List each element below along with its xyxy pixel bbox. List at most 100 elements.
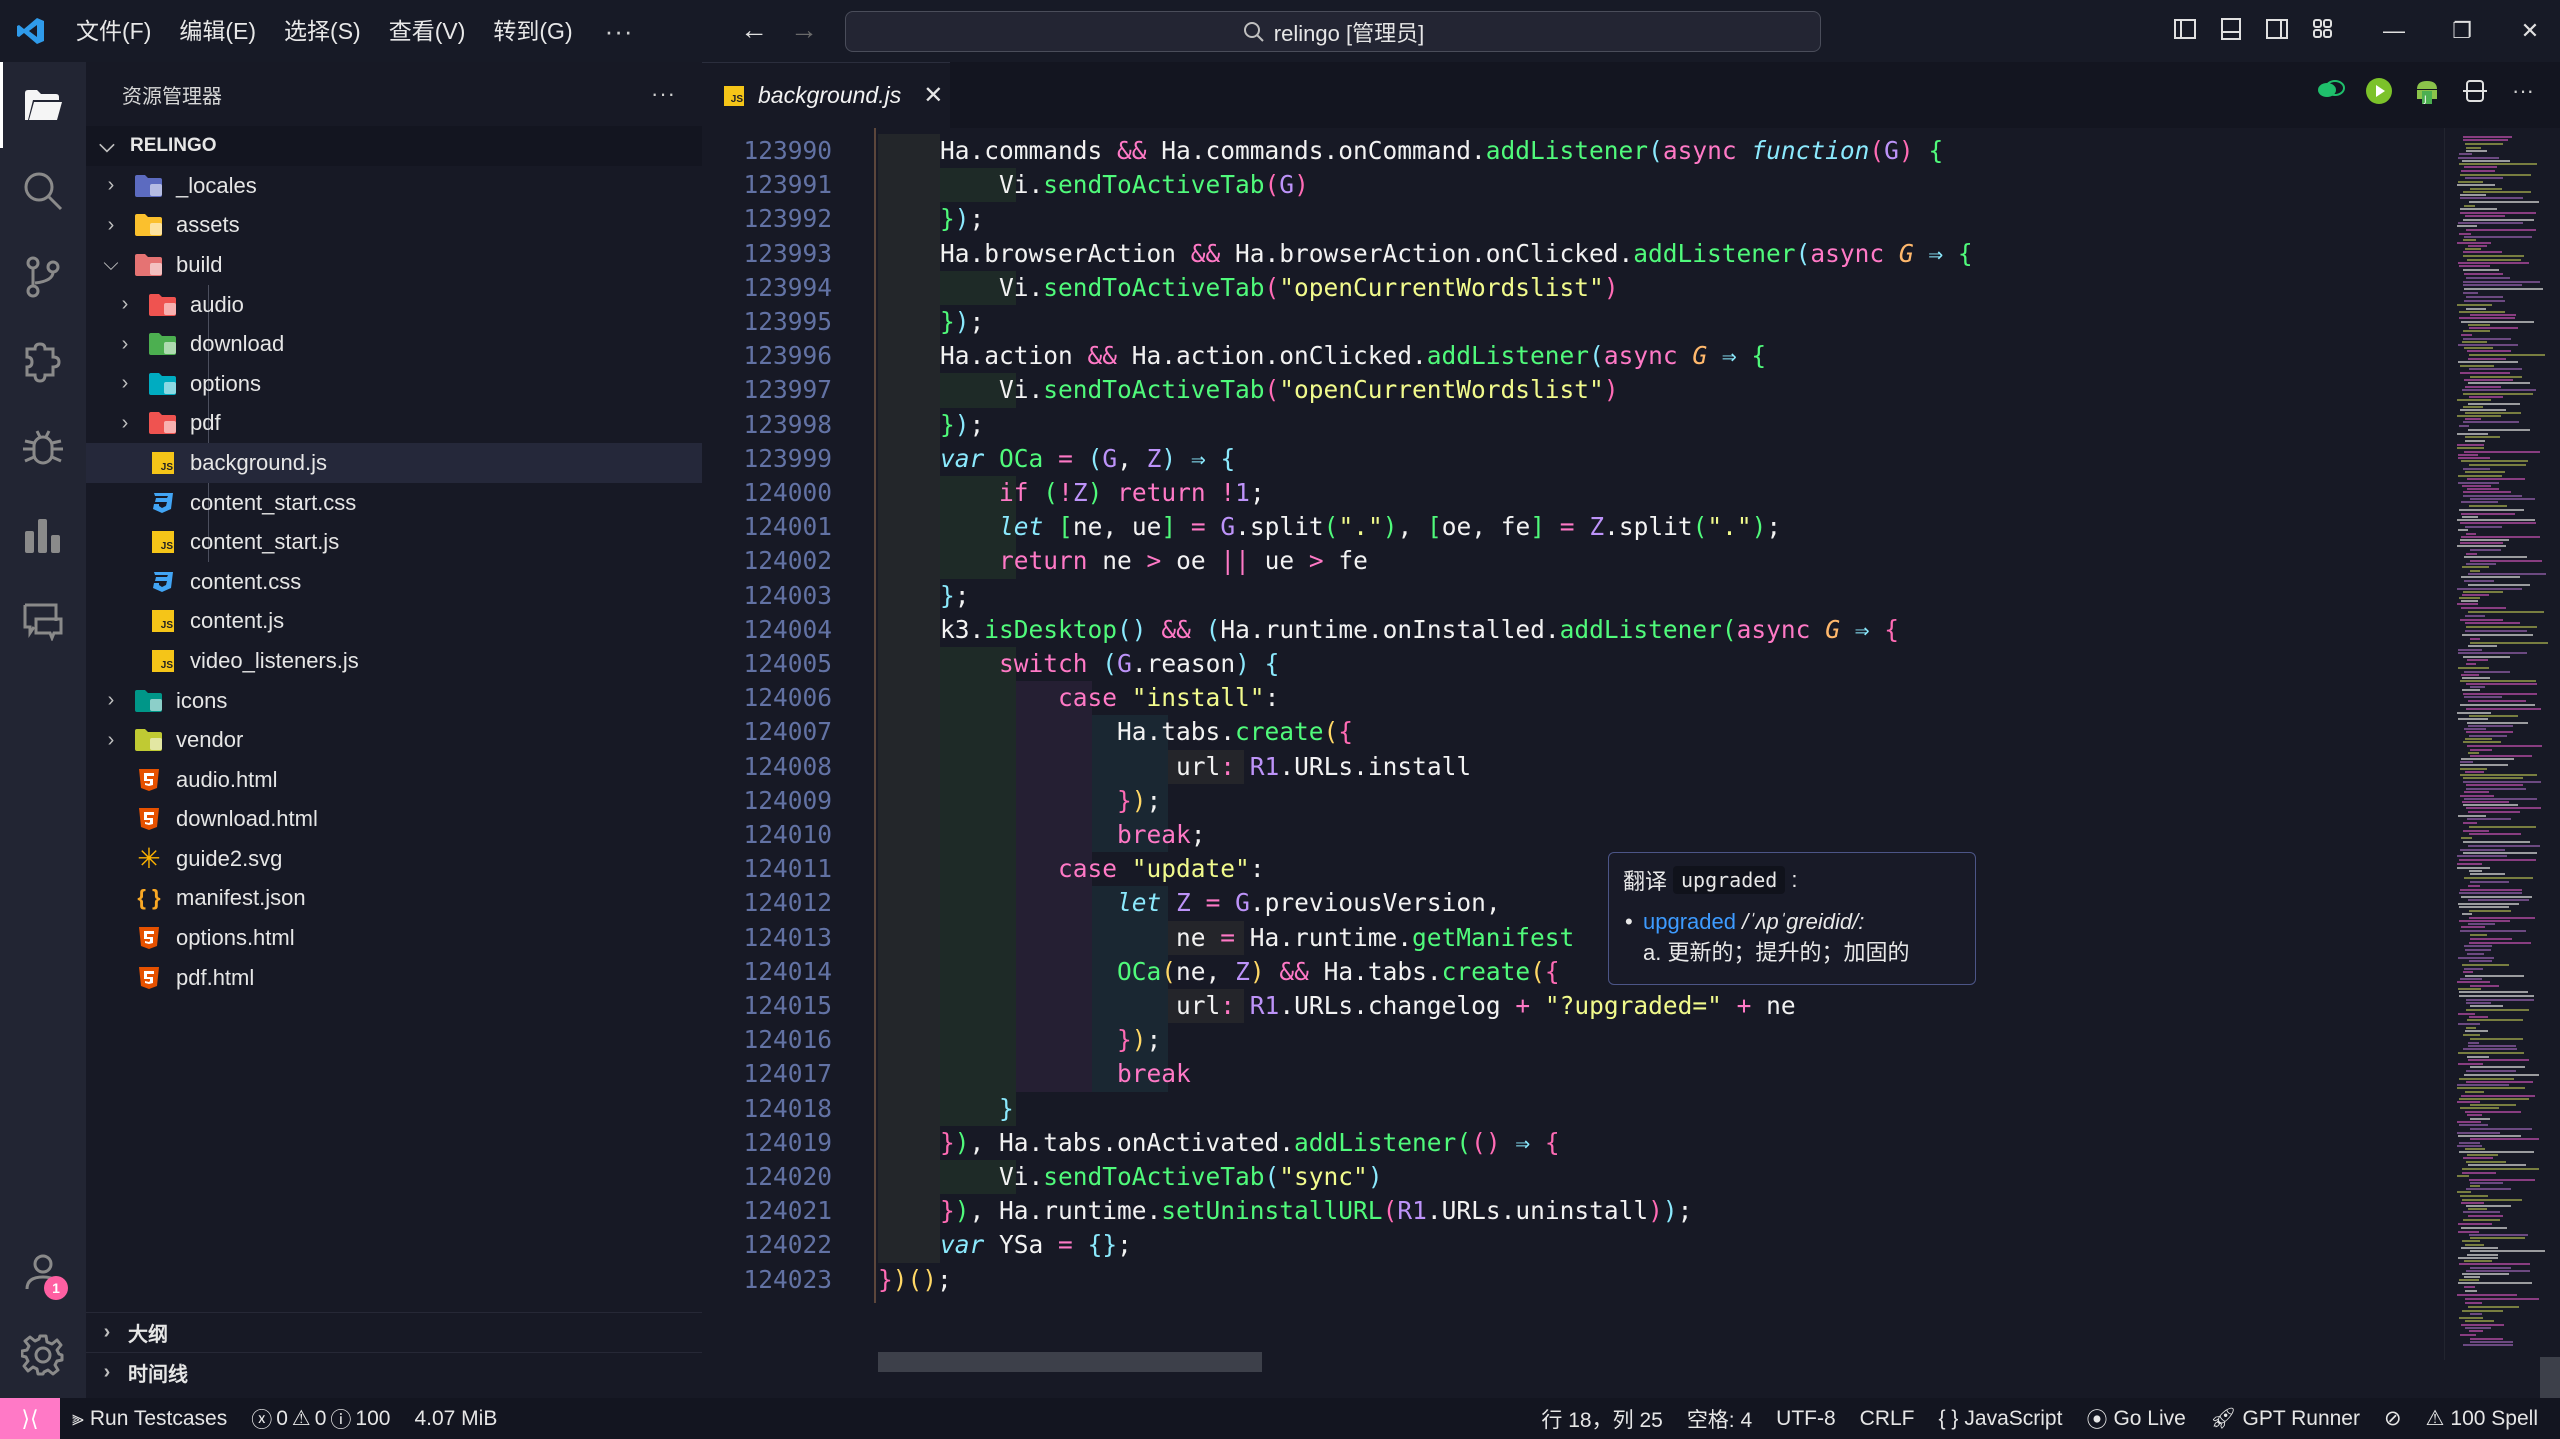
tree-item[interactable]: › pdf bbox=[86, 404, 702, 444]
tree-item[interactable]: ✳ guide2.svg bbox=[86, 839, 702, 879]
tree-item[interactable]: JS video_listeners.js bbox=[86, 641, 702, 681]
restore-button[interactable]: ❐ bbox=[2428, 0, 2496, 62]
code-line[interactable]: 124002 return ne > oe || ue > fe bbox=[702, 544, 2442, 578]
go-live-button[interactable]: ⦿ Go Live bbox=[2074, 1404, 2197, 1434]
tree-item[interactable]: options.html bbox=[86, 918, 702, 958]
command-center-search[interactable]: relingo [管理员] bbox=[845, 11, 1821, 52]
code-line[interactable]: 124013 ne = Ha.runtime.getManifest bbox=[702, 921, 2442, 955]
code-editor[interactable]: 123990 Ha.commands && Ha.commands.onComma… bbox=[702, 128, 2442, 1360]
customize-layout-icon[interactable] bbox=[2310, 16, 2336, 42]
source-control-icon[interactable] bbox=[0, 234, 86, 320]
menu-selection[interactable]: 选择(S) bbox=[270, 11, 375, 51]
notifications-indicator[interactable]: ⊘ bbox=[2372, 1406, 2414, 1431]
code-line[interactable]: 124012 let Z = G.previousVersion, bbox=[702, 886, 2442, 920]
explorer-more-button[interactable]: ··· bbox=[651, 81, 676, 107]
code-line[interactable]: 124016 }); bbox=[702, 1023, 2442, 1057]
tree-item[interactable]: { } manifest.json bbox=[86, 879, 702, 919]
code-line[interactable]: 123994 Vi.sendToActiveTab("openCurrentWo… bbox=[702, 271, 2442, 305]
tree-item[interactable]: JS content_start.js bbox=[86, 522, 702, 562]
code-line[interactable]: 123990 Ha.commands && Ha.commands.onComma… bbox=[702, 134, 2442, 168]
code-line[interactable]: 124021}), Ha.runtime.setUninstallURL(R1.… bbox=[702, 1194, 2442, 1228]
tree-item[interactable]: audio.html bbox=[86, 760, 702, 800]
end-of-line[interactable]: CRLF bbox=[1848, 1407, 1927, 1431]
remote-indicator[interactable]: ⟩⟨ bbox=[0, 1398, 60, 1439]
tree-item[interactable]: ⌵ build bbox=[86, 245, 702, 285]
tree-item[interactable]: › download bbox=[86, 324, 702, 364]
code-line[interactable]: 124008 url: R1.URLs.install bbox=[702, 750, 2442, 784]
settings-gear-icon[interactable] bbox=[0, 1312, 86, 1398]
code-line[interactable]: 124005 switch (G.reason) { bbox=[702, 647, 2442, 681]
tree-item[interactable]: JS background.js bbox=[86, 443, 702, 483]
spell-check-indicator[interactable]: ⚠ 100 Spell bbox=[2414, 1406, 2550, 1431]
outline-section[interactable]: › 大纲 bbox=[86, 1312, 702, 1352]
indentation[interactable]: 空格: 4 bbox=[1675, 1404, 1764, 1434]
tree-item[interactable]: download.html bbox=[86, 800, 702, 840]
more-actions-icon[interactable]: ··· bbox=[2508, 76, 2538, 106]
code-line[interactable]: 124006 case "install": bbox=[702, 681, 2442, 715]
code-line[interactable]: 123993 Ha.browserAction && Ha.browserActi… bbox=[702, 237, 2442, 271]
back-arrow-icon[interactable]: ← bbox=[740, 14, 768, 46]
problems-indicator[interactable]: ⓧ 0 ⚠ 0 ⓘ 100 bbox=[239, 1404, 402, 1434]
code-line[interactable]: 123991 Vi.sendToActiveTab(G) bbox=[702, 168, 2442, 202]
testing-chart-icon[interactable] bbox=[0, 492, 86, 578]
code-line[interactable]: 124019}), Ha.tabs.onActivated.addListene… bbox=[702, 1126, 2442, 1160]
accounts-icon[interactable]: 1 bbox=[0, 1230, 86, 1316]
toggle-primary-sidebar-icon[interactable] bbox=[2172, 16, 2198, 42]
cursor-position[interactable]: 行 18，列 25 bbox=[1529, 1404, 1674, 1434]
tree-item[interactable]: › assets bbox=[86, 206, 702, 246]
run-code-icon[interactable] bbox=[2364, 76, 2394, 106]
code-line[interactable]: 124001 let [ne, ue] = G.split("."), [oe,… bbox=[702, 510, 2442, 544]
memory-usage[interactable]: 4.07 MiB bbox=[402, 1407, 509, 1431]
code-line[interactable]: 123992}); bbox=[702, 202, 2442, 236]
gpt-runner-button[interactable]: 🚀︎ GPT Runner bbox=[2198, 1407, 2372, 1431]
menu-edit[interactable]: 编辑(E) bbox=[165, 11, 270, 51]
code-line[interactable]: 124014 OCa(ne, Z) && Ha.tabs.create({ bbox=[702, 955, 2442, 989]
toggle-panel-icon[interactable] bbox=[2218, 16, 2244, 42]
code-line[interactable]: 123996 Ha.action && Ha.action.onClicked.a… bbox=[702, 339, 2442, 373]
tree-item[interactable]: content.css bbox=[86, 562, 702, 602]
menu-more-button[interactable]: ··· bbox=[587, 16, 652, 47]
code-line[interactable]: 124018 } bbox=[702, 1092, 2442, 1126]
tree-item[interactable]: pdf.html bbox=[86, 958, 702, 998]
code-line[interactable]: 124009 }); bbox=[702, 784, 2442, 818]
code-line[interactable]: 123995}); bbox=[702, 305, 2442, 339]
workspace-root-folder[interactable]: ⌵ RELINGO bbox=[86, 126, 702, 166]
extensions-icon[interactable] bbox=[0, 320, 86, 406]
code-line[interactable]: 124020 Vi.sendToActiveTab("sync") bbox=[702, 1160, 2442, 1194]
run-testcases-button[interactable]: ⫸ Run Testcases bbox=[60, 1407, 239, 1431]
code-line[interactable]: 124003}; bbox=[702, 579, 2442, 613]
toggle-secondary-sidebar-icon[interactable] bbox=[2264, 16, 2290, 42]
code-line[interactable]: 124000 if (!Z) return !1; bbox=[702, 476, 2442, 510]
menu-file[interactable]: 文件(F) bbox=[62, 11, 165, 51]
encoding[interactable]: UTF-8 bbox=[1764, 1407, 1848, 1431]
split-editor-icon[interactable] bbox=[2460, 76, 2490, 106]
tab-close-icon[interactable]: ✕ bbox=[923, 81, 943, 110]
code-line[interactable]: 124011 case "update": bbox=[702, 852, 2442, 886]
horizontal-scrollbar[interactable] bbox=[878, 1352, 1262, 1372]
language-mode[interactable]: { } JavaScript bbox=[1927, 1407, 2075, 1431]
code-line[interactable]: 124022 var YSa = {}; bbox=[702, 1228, 2442, 1262]
tree-item[interactable]: › audio bbox=[86, 285, 702, 325]
code-line[interactable]: 124015 url: R1.URLs.changelog + "?upgrad… bbox=[702, 989, 2442, 1023]
tab-background-js[interactable]: JS background.js ✕ bbox=[702, 62, 950, 128]
menu-go[interactable]: 转到(G) bbox=[479, 11, 586, 51]
forward-arrow-icon[interactable]: → bbox=[790, 14, 818, 46]
code-line[interactable]: 124023})(); bbox=[702, 1263, 2442, 1297]
close-window-button[interactable]: ✕ bbox=[2496, 0, 2560, 62]
vertical-scrollbar[interactable] bbox=[2540, 1357, 2560, 1399]
code-line[interactable]: 123998}); bbox=[702, 408, 2442, 442]
hover-word-link[interactable]: upgraded bbox=[1643, 909, 1736, 934]
code-line[interactable]: 124004 k3.isDesktop() && (Ha.runtime.onIn… bbox=[702, 613, 2442, 647]
chat-bubbles-icon[interactable] bbox=[2316, 76, 2346, 106]
android-js-icon[interactable]: J bbox=[2412, 76, 2442, 106]
minimize-button[interactable]: — bbox=[2360, 0, 2428, 62]
code-line[interactable]: 124010 break; bbox=[702, 818, 2442, 852]
tree-item[interactable]: JS content.js bbox=[86, 602, 702, 642]
tree-item[interactable]: › vendor bbox=[86, 720, 702, 760]
timeline-section[interactable]: › 时间线 bbox=[86, 1352, 702, 1392]
code-line[interactable]: 123997 Vi.sendToActiveTab("openCurrentWo… bbox=[702, 373, 2442, 407]
tree-item[interactable]: › options bbox=[86, 364, 702, 404]
tree-item[interactable]: content_start.css bbox=[86, 483, 702, 523]
code-line[interactable]: 124017 break bbox=[702, 1057, 2442, 1091]
chat-icon[interactable] bbox=[0, 578, 86, 664]
